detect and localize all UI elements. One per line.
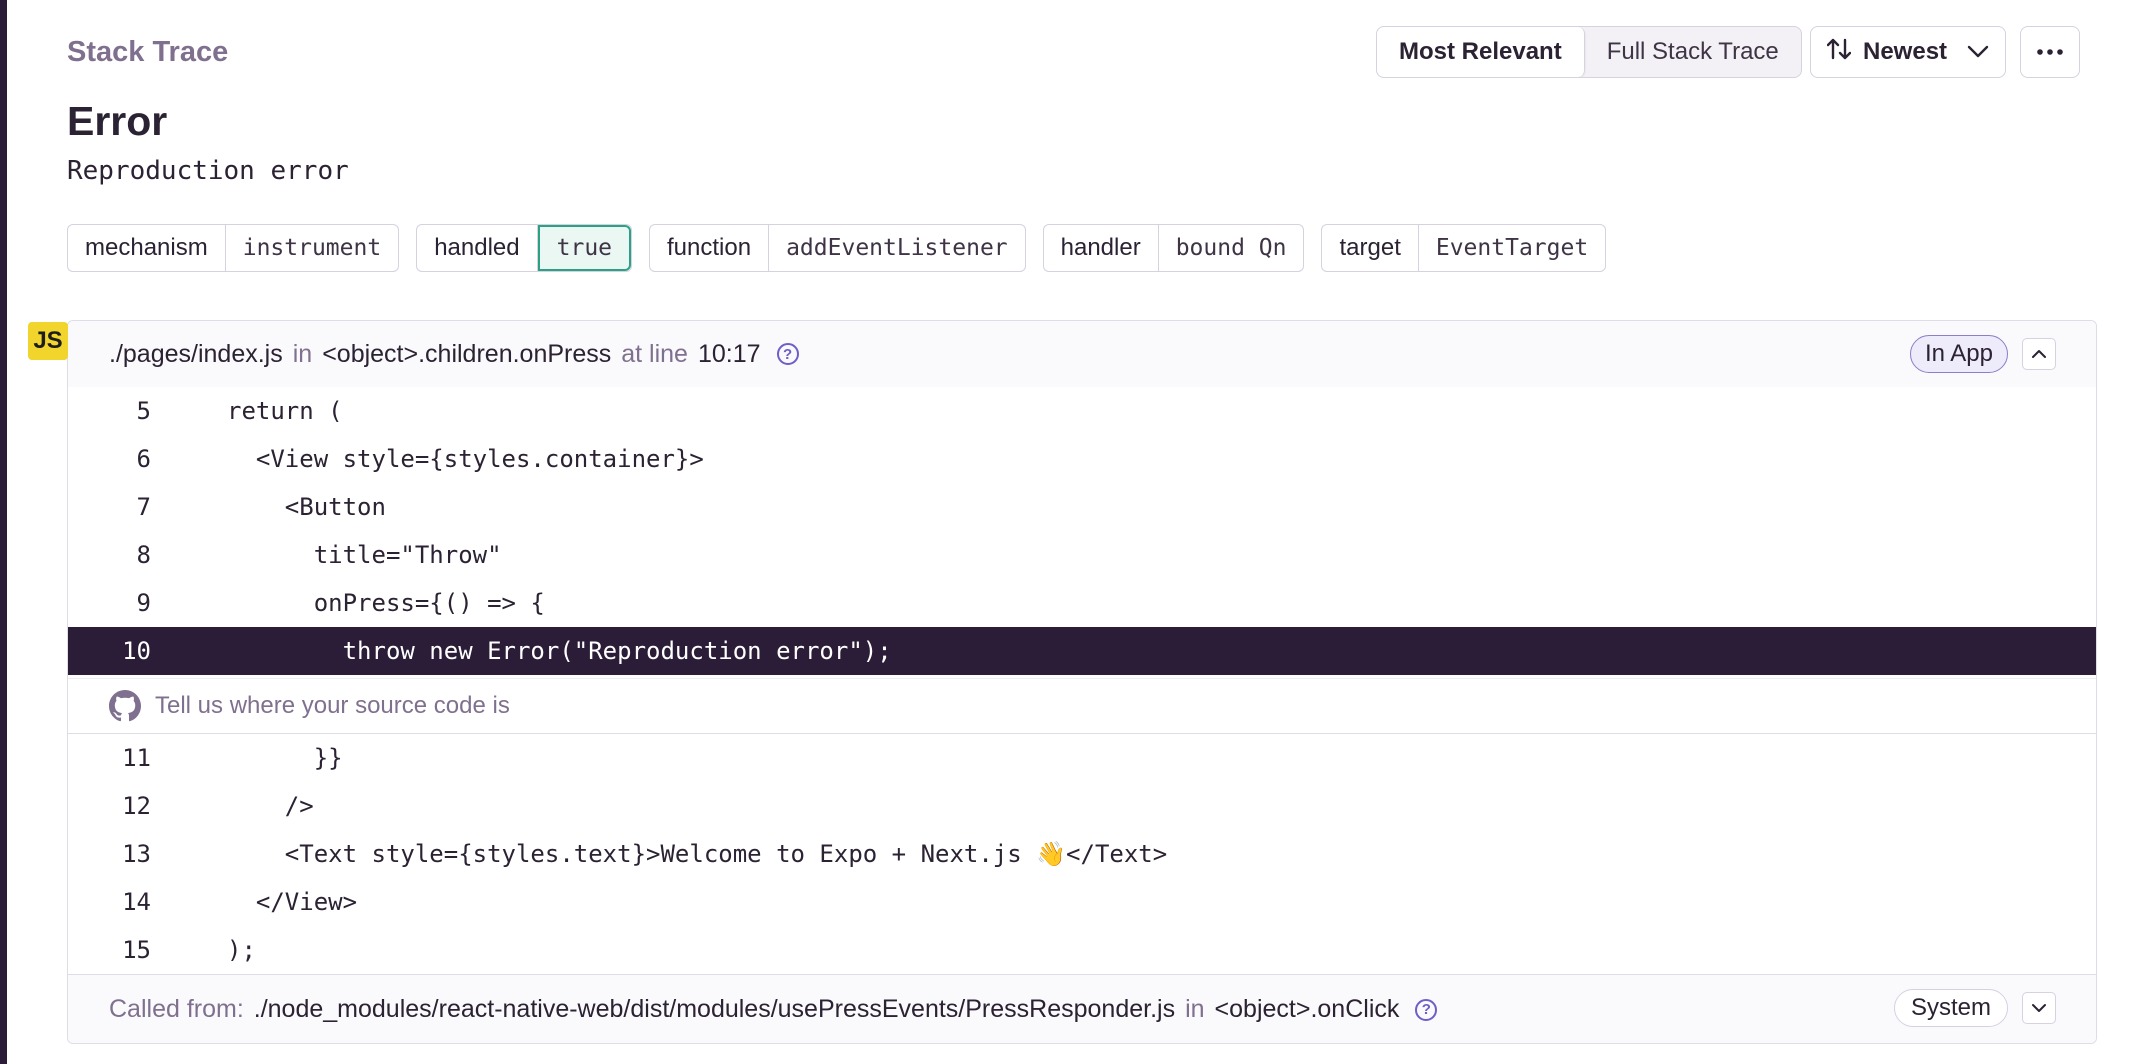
code-line: 7 <Button	[68, 483, 2096, 531]
active-code-line: 10 throw new Error("Reproduction error")…	[68, 627, 2096, 675]
most-relevant-button[interactable]: Most Relevant	[1377, 27, 1585, 77]
tag-key: target	[1322, 225, 1419, 271]
expand-frame-button[interactable]	[2022, 992, 2056, 1024]
called-from-filename: ./node_modules/react-native-web/dist/mod…	[253, 995, 1176, 1023]
line-code: <Text style={styles.text}>Welcome to Exp…	[227, 840, 1168, 868]
line-number: 7	[136, 493, 151, 521]
tag-key: handled	[417, 225, 538, 271]
view-toggle: Most Relevant Full Stack Trace	[1376, 26, 1802, 78]
collapse-frame-button[interactable]	[2022, 338, 2056, 370]
in-app-badge: In App	[1909, 335, 2008, 373]
line-code: }}	[227, 744, 343, 772]
called-from-label: Called from:	[109, 995, 244, 1023]
stack-trace-header: Stack Trace Most Relevant Full Stack Tra…	[67, 24, 2080, 80]
tag-value: true	[537, 225, 632, 271]
frame-at-line-word: at line	[621, 339, 688, 368]
code-line: 12 />	[68, 782, 2096, 830]
line-number: 14	[122, 888, 151, 916]
line-code: </View>	[227, 888, 358, 916]
code-line: 9 onPress={() => {	[68, 579, 2096, 627]
line-number: 10	[122, 637, 151, 665]
frame-filename: ./pages/index.js	[109, 339, 283, 368]
line-code: throw new Error("Reproduction error");	[227, 637, 892, 665]
stack-frame: ./pages/index.js in <object>.children.on…	[67, 320, 2097, 1044]
tag-key: mechanism	[68, 225, 226, 271]
left-rail	[0, 0, 7, 1064]
line-number: 12	[122, 792, 151, 820]
section-title: Stack Trace	[67, 36, 229, 68]
line-code: return (	[227, 397, 343, 425]
frame-function: <object>.children.onPress	[322, 339, 612, 368]
chevron-down-icon	[2031, 1003, 2047, 1013]
line-number: 6	[136, 445, 151, 473]
mechanism-tags: mechanism instrument handled true functi…	[67, 224, 1607, 272]
sort-dropdown[interactable]: Newest	[1810, 26, 2006, 78]
code-context-after: 11 }} 12 /> 13 <Text style={styles.text}…	[68, 734, 2096, 974]
sort-arrows-icon	[1826, 36, 1852, 69]
tag-value: instrument	[242, 235, 382, 261]
tag-key: function	[650, 225, 770, 271]
full-stack-trace-button[interactable]: Full Stack Trace	[1585, 27, 1801, 77]
more-options-button[interactable]	[2020, 26, 2080, 78]
line-number: 15	[122, 936, 151, 964]
called-from-function: <object>.onClick	[1214, 995, 1400, 1023]
tag-value: addEventListener	[786, 235, 1008, 261]
called-from-in-word: in	[1185, 995, 1205, 1023]
line-code: );	[227, 936, 256, 964]
frame-in-word: in	[292, 339, 313, 368]
tag-value: bound Qn	[1175, 235, 1287, 261]
line-number: 13	[122, 840, 151, 868]
source-code-link[interactable]: Tell us where your source code is	[68, 678, 2096, 734]
line-code: title="Throw"	[227, 541, 502, 569]
chevron-down-icon	[1967, 45, 1989, 59]
frame-header[interactable]: ./pages/index.js in <object>.children.on…	[68, 321, 2096, 387]
line-number: 11	[122, 744, 151, 772]
ellipsis-icon	[2036, 48, 2064, 56]
tag-function: function addEventListener	[649, 224, 1026, 272]
called-from-frame[interactable]: Called from: ./node_modules/react-native…	[68, 974, 2096, 1043]
code-line: 15);	[68, 926, 2096, 974]
code-line: 13 <Text style={styles.text}>Welcome to …	[68, 830, 2096, 878]
tag-key: handler	[1044, 225, 1159, 271]
tag-value: EventTarget	[1435, 235, 1589, 261]
source-link-text: Tell us where your source code is	[155, 692, 510, 719]
code-line: 11 }}	[68, 734, 2096, 782]
chevron-up-icon	[2031, 349, 2047, 359]
platform-badge: JS	[28, 322, 68, 360]
tag-target: target EventTarget	[1321, 224, 1607, 272]
frame-location: 10:17	[697, 339, 761, 368]
line-code: <Button	[227, 493, 386, 521]
line-code: />	[227, 792, 314, 820]
code-line: 8 title="Throw"	[68, 531, 2096, 579]
line-code: onPress={() => {	[227, 589, 545, 617]
help-icon[interactable]: ?	[776, 343, 799, 365]
code-line: 5 return (	[68, 387, 2096, 435]
line-code: <View style={styles.container}>	[227, 445, 704, 473]
code-line: 6 <View style={styles.container}>	[68, 435, 2096, 483]
tag-mechanism: mechanism instrument	[67, 224, 400, 272]
line-number: 9	[136, 589, 151, 617]
help-icon[interactable]: ?	[1415, 998, 1438, 1021]
exception-type: Error	[67, 98, 168, 144]
tag-handled: handled true	[416, 224, 633, 272]
system-badge: System	[1893, 989, 2008, 1027]
exception-message: Reproduction error	[67, 156, 349, 186]
code-line: 14 </View>	[68, 878, 2096, 926]
tag-handler: handler bound Qn	[1042, 224, 1305, 272]
line-number: 8	[136, 541, 151, 569]
sort-label: Newest	[1863, 38, 1948, 65]
line-number: 5	[136, 397, 151, 425]
github-icon	[109, 690, 141, 722]
code-context-before: 5 return ( 6 <View style={styles.containe…	[68, 387, 2096, 675]
